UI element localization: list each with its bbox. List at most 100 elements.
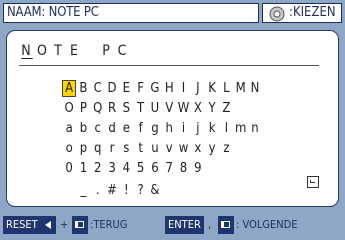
enter-button[interactable]: ENTER <box>165 216 204 234</box>
footer-hints: RESET + :TERUG ENTER , : VOLGENDE <box>0 214 345 236</box>
key-g[interactable]: g <box>148 120 162 137</box>
key-Y[interactable]: Y <box>205 100 219 117</box>
key-L[interactable]: L <box>219 80 233 97</box>
key-m[interactable]: m <box>234 120 248 137</box>
key-w[interactable]: w <box>176 140 190 157</box>
key-x[interactable]: x <box>191 140 205 157</box>
key-D[interactable]: D <box>105 80 119 97</box>
name-char: N <box>21 43 33 59</box>
keyboard-next-icon <box>218 216 234 234</box>
enter-key-icon[interactable] <box>307 176 319 188</box>
key-8[interactable]: 8 <box>176 160 190 177</box>
key-K[interactable]: K <box>205 80 219 97</box>
key-6[interactable]: 6 <box>148 160 162 177</box>
character-keyboard: ABCDEFGHIJKLMNOPQRSTUVWXYZabcdefghijklmn… <box>62 77 262 199</box>
key-B[interactable]: B <box>76 80 90 97</box>
name-char: E <box>70 43 80 59</box>
key-&[interactable]: & <box>148 182 162 199</box>
key-S[interactable]: S <box>119 100 133 117</box>
key-e[interactable]: e <box>119 120 133 137</box>
key-5[interactable]: 5 <box>133 160 147 177</box>
key-R[interactable]: R <box>105 100 119 117</box>
key-r[interactable]: r <box>105 140 119 157</box>
keyboard-row: 0123456789 <box>62 157 262 177</box>
key-A[interactable]: A <box>62 80 77 97</box>
comma-text: , <box>208 218 212 231</box>
key-y[interactable]: y <box>205 140 219 157</box>
key-V[interactable]: V <box>162 100 176 117</box>
key-J[interactable]: J <box>191 80 205 97</box>
header: NAAM: NOTE PC :KIEZEN <box>0 0 345 26</box>
gear-disc-icon <box>269 6 285 22</box>
key-n[interactable]: n <box>248 120 262 137</box>
select-label: :KIEZEN <box>289 5 336 20</box>
key-f[interactable]: f <box>133 120 147 137</box>
key-U[interactable]: U <box>148 100 162 117</box>
key-P[interactable]: P <box>76 100 90 117</box>
name-title: NAAM: NOTE PC <box>3 3 259 23</box>
select-hint: :KIEZEN <box>262 3 342 23</box>
key-T[interactable]: T <box>133 100 147 117</box>
key-G[interactable]: G <box>148 80 162 97</box>
key-c[interactable]: c <box>91 120 105 137</box>
keyboard-row: _. #!? & <box>62 177 262 199</box>
name-char: C <box>117 43 129 59</box>
keyboard-row: OPQRSTUVWXYZ <box>62 97 262 117</box>
key-M[interactable]: M <box>234 80 248 97</box>
key-space[interactable] <box>62 177 76 194</box>
name-underline <box>19 65 319 66</box>
key-0[interactable]: 0 <box>62 160 76 177</box>
keyboard-row: abcdefghijklmn <box>62 117 262 137</box>
key-#[interactable]: # <box>105 182 119 199</box>
key-I[interactable]: I <box>176 80 190 97</box>
key-X[interactable]: X <box>191 100 205 117</box>
key-v[interactable]: v <box>162 140 176 157</box>
key-3[interactable]: 3 <box>105 160 119 177</box>
key-k[interactable]: k <box>205 120 219 137</box>
key-![interactable]: ! <box>119 182 133 199</box>
key-l[interactable]: l <box>219 120 233 137</box>
keyboard-row: opqrstuvwxyz <box>62 137 262 157</box>
key-W[interactable]: W <box>176 100 190 117</box>
key-u[interactable]: u <box>148 140 162 157</box>
plus-text: + <box>60 218 69 231</box>
key-a[interactable]: a <box>62 120 76 137</box>
key-t[interactable]: t <box>133 140 147 157</box>
key-E[interactable]: E <box>119 80 133 97</box>
terug-label: :TERUG <box>90 218 128 231</box>
key-z[interactable]: z <box>219 140 233 157</box>
key-d[interactable]: d <box>105 120 119 137</box>
reset-button[interactable]: RESET <box>3 216 41 234</box>
key-i[interactable]: i <box>176 120 190 137</box>
key-9[interactable]: 9 <box>191 160 205 177</box>
volgende-label: : VOLGENDE <box>236 218 298 231</box>
key-.[interactable]: . <box>91 182 105 199</box>
key-s[interactable]: s <box>119 140 133 157</box>
keyboard-row: ABCDEFGHIJKLMN <box>62 77 262 97</box>
key-o[interactable]: o <box>62 140 76 157</box>
key-Z[interactable]: Z <box>219 100 233 117</box>
key-C[interactable]: C <box>91 80 105 97</box>
key-O[interactable]: O <box>62 100 76 117</box>
key-_[interactable]: _ <box>76 182 90 199</box>
keyboard-icon <box>72 216 88 234</box>
key-p[interactable]: p <box>76 140 90 157</box>
key-q[interactable]: q <box>91 140 105 157</box>
name-input[interactable]: NOTE PC <box>19 43 131 63</box>
key-1[interactable]: 1 <box>76 160 90 177</box>
key-4[interactable]: 4 <box>119 160 133 177</box>
key-?[interactable]: ? <box>133 182 147 199</box>
key-2[interactable]: 2 <box>91 160 105 177</box>
key-F[interactable]: F <box>133 80 147 97</box>
name-entry-panel: NOTEPC ABCDEFGHIJKLMNOPQRSTUVWXYZabcdefg… <box>6 30 339 207</box>
left-arrow-icon <box>40 216 56 234</box>
name-char: O <box>37 43 49 59</box>
key-H[interactable]: H <box>162 80 176 97</box>
key-N[interactable]: N <box>248 80 262 97</box>
key-7[interactable]: 7 <box>162 160 176 177</box>
name-char: P <box>102 43 112 59</box>
key-Q[interactable]: Q <box>91 100 105 117</box>
key-b[interactable]: b <box>76 120 90 137</box>
key-h[interactable]: h <box>162 120 176 137</box>
key-j[interactable]: j <box>191 120 205 137</box>
